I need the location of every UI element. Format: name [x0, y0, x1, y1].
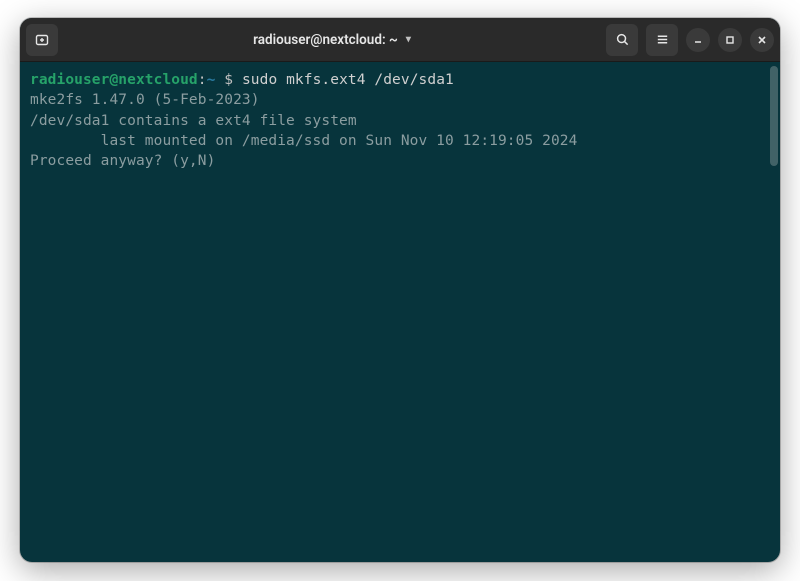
menu-button[interactable]	[646, 24, 678, 56]
prompt-line: radiouser@nextcloud:~ $ sudo mkfs.ext4 /…	[30, 70, 770, 90]
prompt-user-host: radiouser@nextcloud	[30, 72, 198, 88]
titlebar: radiouser@nextcloud: ~ ▾	[20, 18, 780, 62]
minimize-icon	[693, 35, 703, 45]
output-line-3: last mounted on /media/ssd on Sun Nov 10…	[30, 131, 770, 151]
hamburger-icon	[655, 32, 670, 47]
maximize-icon	[725, 35, 735, 45]
maximize-button[interactable]	[718, 28, 742, 52]
scrollbar-thumb[interactable]	[770, 66, 778, 166]
command-text: sudo mkfs.ext4 /dev/sda1	[242, 72, 454, 88]
close-icon	[757, 35, 767, 45]
output-line-2: /dev/sda1 contains a ext4 file system	[30, 111, 770, 131]
terminal-window: radiouser@nextcloud: ~ ▾	[20, 18, 780, 562]
output-prompt: Proceed anyway? (y,N)	[30, 151, 770, 171]
title-dropdown-icon[interactable]: ▾	[406, 34, 411, 45]
minimize-button[interactable]	[686, 28, 710, 52]
window-title: radiouser@nextcloud: ~ ▾	[58, 32, 606, 48]
new-tab-button[interactable]	[26, 24, 58, 56]
prompt-separator: :	[198, 72, 207, 88]
close-button[interactable]	[750, 28, 774, 52]
search-button[interactable]	[606, 24, 638, 56]
window-title-text: radiouser@nextcloud: ~	[253, 32, 398, 48]
search-icon	[615, 32, 630, 47]
output-line-1: mke2fs 1.47.0 (5-Feb-2023)	[30, 90, 770, 110]
terminal-content[interactable]: radiouser@nextcloud:~ $ sudo mkfs.ext4 /…	[20, 62, 780, 562]
prompt-symbol: $	[215, 72, 242, 88]
new-tab-icon	[34, 32, 50, 48]
